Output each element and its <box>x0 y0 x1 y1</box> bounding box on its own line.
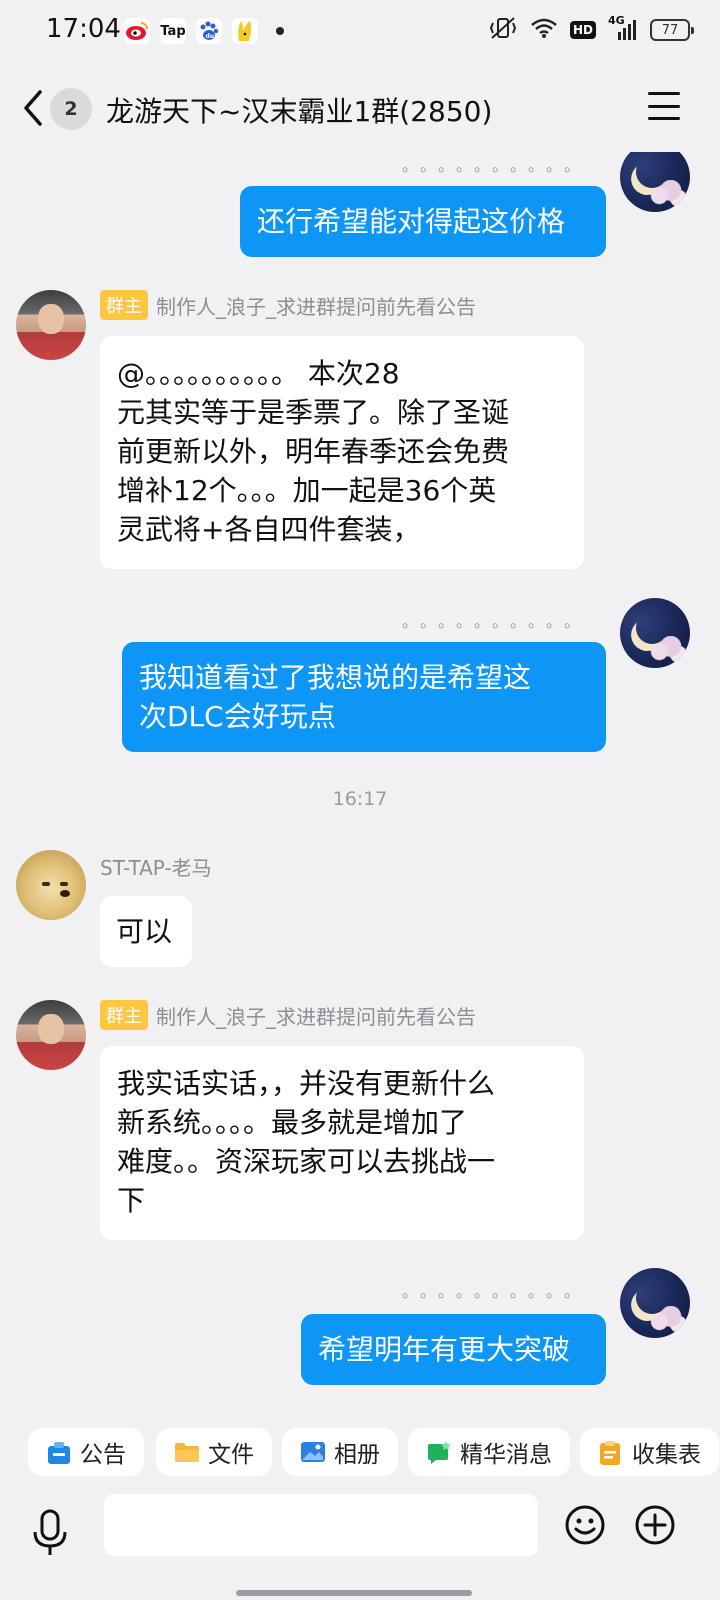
toolbar-label: 相册 <box>334 1442 380 1468</box>
message-input[interactable] <box>104 1494 538 1556</box>
sender-name[interactable]: 制作人_浪子_求进群提问前先看公告 <box>156 291 476 320</box>
message-line: 次DLC会好玩点 <box>139 700 336 733</box>
highlight-icon <box>426 1440 452 1464</box>
message-timestamp: 16:17 <box>332 788 388 810</box>
message-bubble-incoming[interactable]: @。。。。。。。。。。 本次28 元其实等于是季票了。除了圣诞 前更新以外，明年… <box>100 336 584 569</box>
emoji-button[interactable] <box>564 1504 606 1546</box>
menu-icon-line <box>648 92 680 95</box>
my-sender-name: 。。。。。。。。。。 <box>401 1282 590 1301</box>
my-avatar[interactable] <box>620 1268 690 1338</box>
chevron-left-icon <box>24 90 42 126</box>
message-bubble-outgoing[interactable]: 我知道看过了我想说的是希望这 次DLC会好玩点 <box>122 642 606 752</box>
message-line: 我实话实话，，并没有更新什么 <box>117 1067 496 1100</box>
smiley-icon <box>565 1505 605 1545</box>
files-button[interactable]: 文件 <box>156 1428 272 1476</box>
message-line: 难度。。资深玩家可以去挑战一 <box>117 1145 496 1178</box>
tap-icon: Tap <box>160 18 186 44</box>
sender-name[interactable]: ST-TAP-老马 <box>100 852 212 881</box>
message-line: 灵武将+各自四件套装， <box>117 513 421 546</box>
owner-badge: 群主 <box>100 290 148 320</box>
chat-header: 2 龙游天下~汉末霸业1群(2850) <box>0 62 720 152</box>
home-indicator[interactable] <box>236 1590 472 1596</box>
status-bar: 17:04 Tap du HD 4G 77 <box>0 0 720 62</box>
announcement-icon <box>46 1440 72 1464</box>
unread-count-badge[interactable]: 2 <box>50 88 92 130</box>
my-sender-name: 。。。。。。。。。。 <box>401 612 590 631</box>
group-tools-bar: 公告 文件 相册 精华消息 收集表 <box>0 1420 720 1486</box>
owner-avatar[interactable] <box>16 290 86 360</box>
folder-icon <box>174 1440 200 1464</box>
album-icon <box>300 1440 326 1464</box>
message-bubble-outgoing[interactable]: 希望明年有更大突破 <box>301 1314 606 1385</box>
message-bubble-incoming[interactable]: 我实话实话，，并没有更新什么 新系统。。。。最多就是增加了 难度。。资深玩家可以… <box>100 1046 584 1240</box>
microphone-icon <box>33 1509 67 1555</box>
toolbar-label: 文件 <box>208 1442 254 1468</box>
silent-vibrate-icon <box>488 16 518 44</box>
sender-name[interactable]: 制作人_浪子_求进群提问前先看公告 <box>156 1001 476 1030</box>
signal-icon: 4G <box>608 14 638 42</box>
message-line: 元其实等于是季票了。除了圣诞 <box>117 396 510 429</box>
message-line: 我知道看过了我想说的是希望这 <box>139 661 532 694</box>
owner-badge: 群主 <box>100 1000 148 1030</box>
voice-button[interactable] <box>30 1508 70 1558</box>
message-line: 前更新以外，明年春季还会免费 <box>117 435 510 468</box>
my-avatar[interactable] <box>620 598 690 668</box>
status-indicators: HD 4G 77 <box>488 14 694 44</box>
message-list[interactable]: 。。。。。。。。。。 还行希望能对得起这价格 群主 制作人_浪子_求进群提问前先… <box>0 152 720 1420</box>
chat-title: 龙游天下~汉末霸业1群(2850) <box>106 95 493 128</box>
menu-button[interactable] <box>648 92 680 120</box>
mascot-icon <box>232 18 258 44</box>
owner-avatar[interactable] <box>16 1000 86 1070</box>
message-bubble-incoming[interactable]: 可以 <box>100 896 192 967</box>
toolbar-label: 公告 <box>80 1442 126 1468</box>
message-line: 新系统。。。。最多就是增加了 <box>117 1106 468 1139</box>
menu-icon-line <box>648 117 680 120</box>
toolbar-label: 精华消息 <box>460 1442 552 1468</box>
form-button[interactable]: 收集表 <box>580 1428 719 1476</box>
svg-text:du: du <box>206 33 215 40</box>
toolbar-label: 收集表 <box>632 1442 701 1468</box>
weibo-icon <box>124 18 150 44</box>
message-line: 增补12个。。。加一起是36个英 <box>117 474 497 507</box>
back-button[interactable] <box>18 88 50 128</box>
message-line: @。。。。。。。。。。 本次28 <box>117 357 400 390</box>
status-app-icons: Tap du <box>124 18 284 44</box>
status-time: 17:04 <box>46 14 121 44</box>
message-line: 下 <box>117 1184 146 1217</box>
announcement-button[interactable]: 公告 <box>28 1428 144 1476</box>
sender-line: 群主 制作人_浪子_求进群提问前先看公告 <box>100 1000 476 1030</box>
sender-line: 群主 制作人_浪子_求进群提问前先看公告 <box>100 290 476 320</box>
wifi-icon <box>530 17 558 43</box>
more-button[interactable] <box>634 1504 676 1546</box>
notification-dot <box>276 27 284 35</box>
my-sender-name: 。。。。。。。。。。 <box>401 156 590 175</box>
my-avatar[interactable] <box>620 152 690 212</box>
member-avatar[interactable] <box>16 850 86 920</box>
hd-badge: HD <box>569 21 596 39</box>
message-bubble-outgoing[interactable]: 还行希望能对得起这价格 <box>240 186 606 257</box>
input-bar <box>0 1486 720 1600</box>
baidu-icon: du <box>196 18 222 44</box>
sender-line: ST-TAP-老马 <box>100 852 212 881</box>
plus-circle-icon <box>635 1505 675 1545</box>
album-button[interactable]: 相册 <box>282 1428 398 1476</box>
battery-indicator: 77 <box>650 19 694 41</box>
menu-icon-line <box>648 104 680 108</box>
highlights-button[interactable]: 精华消息 <box>408 1428 570 1476</box>
form-icon <box>598 1440 624 1465</box>
